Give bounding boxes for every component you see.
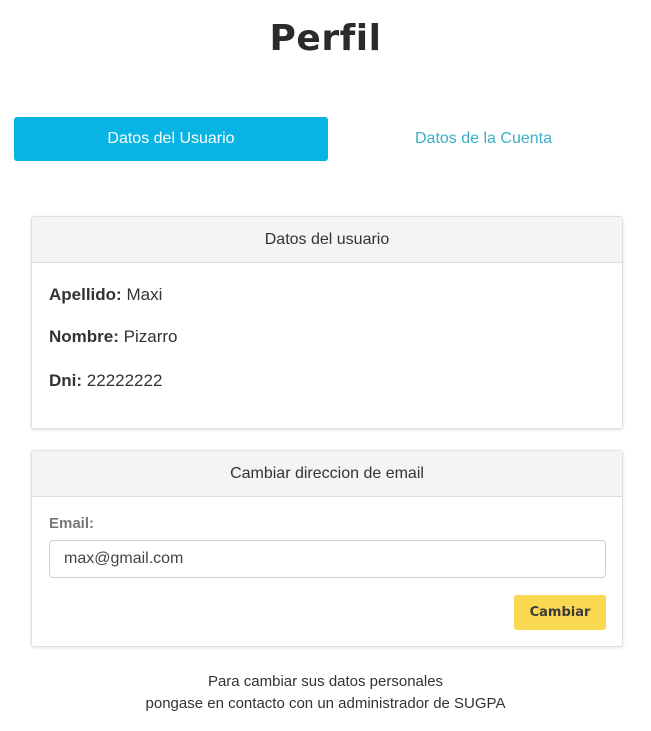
field-apellido-label: Apellido: [49,285,122,304]
tab-user-data[interactable]: Datos del Usuario [14,117,328,161]
field-apellido: Apellido: Maxi [49,285,162,305]
change-email-card-header: Cambiar direccion de email [32,451,622,497]
field-apellido-value: Maxi [126,285,163,304]
field-dni-value: 22222222 [86,371,163,390]
footer-note: Para cambiar sus datos personales pongas… [0,671,651,715]
field-dni: Dni: 22222222 [49,371,162,391]
change-email-button[interactable]: Cambiar [514,595,606,630]
profile-tabs: Datos del Usuario Datos de la Cuenta [14,117,639,161]
footer-note-line2: pongase en contacto con un administrador… [145,695,506,712]
field-nombre-label: Nombre: [49,327,119,346]
field-dni-label: Dni: [49,371,83,390]
user-data-card: Datos del usuario Apellido: Maxi Nombre:… [31,216,623,429]
user-data-card-header: Datos del usuario [32,217,622,263]
tab-account-data[interactable]: Datos de la Cuenta [328,117,639,161]
email-label: Email: [49,515,95,532]
page-title: Perfil [269,18,382,59]
field-nombre: Nombre: Pizarro [49,327,178,347]
field-nombre-value: Pizarro [123,327,178,346]
footer-note-line1: Para cambiar sus datos personales [207,673,444,690]
change-email-card: Cambiar direccion de email Email: Cambia… [31,450,623,647]
email-field[interactable] [49,540,606,578]
